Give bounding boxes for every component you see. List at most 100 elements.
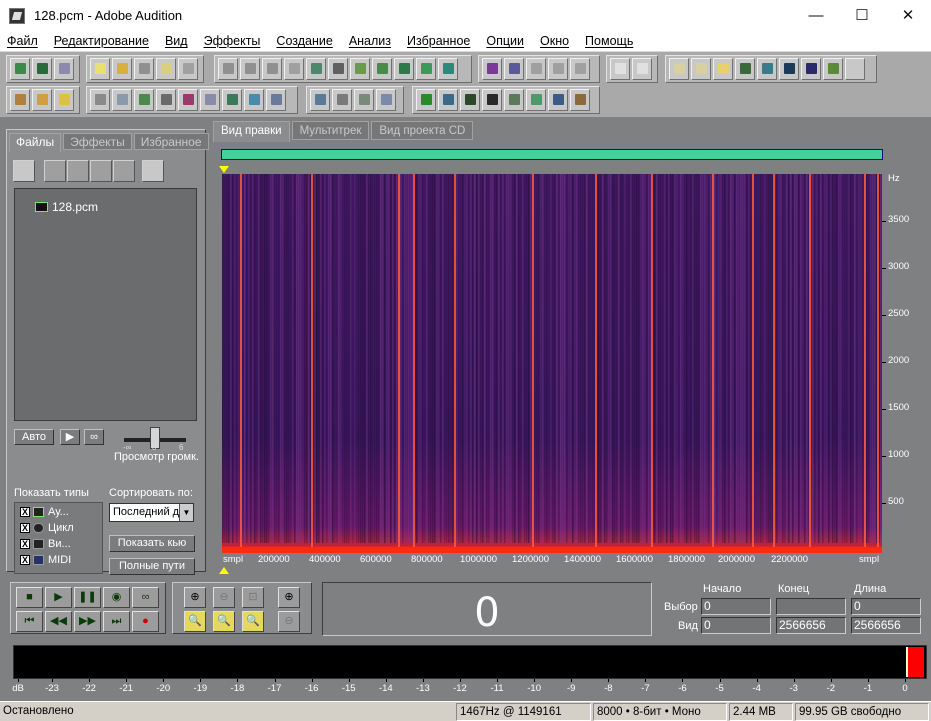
checkbox[interactable]: X: [20, 507, 30, 517]
cd-view-icon[interactable]: [54, 58, 74, 80]
redo-icon[interactable]: [240, 58, 260, 80]
play-button[interactable]: ▶: [45, 587, 72, 608]
peak-indicator[interactable]: [906, 647, 924, 677]
type-video[interactable]: X Ви...: [20, 538, 71, 550]
menu-analyze[interactable]: Анализ: [349, 31, 399, 51]
import-file-icon[interactable]: [13, 160, 35, 182]
maximize-button[interactable]: ☐: [839, 0, 885, 31]
effect-batch-icon[interactable]: [526, 89, 546, 111]
info-window-icon[interactable]: [691, 58, 711, 80]
effect-transform-icon[interactable]: [32, 89, 52, 111]
organizer-window-icon[interactable]: [669, 58, 689, 80]
time-axis[interactable]: smpl 200000 400000 600000 800000 1000000…: [222, 553, 882, 567]
go-to-end-button[interactable]: ⏭: [103, 611, 130, 632]
selection-end-field[interactable]: [776, 598, 846, 615]
show-options-icon[interactable]: [142, 160, 164, 182]
effect-fade-icon[interactable]: [332, 89, 352, 111]
effect-stretch-icon[interactable]: [310, 89, 330, 111]
type-midi[interactable]: X MIDI: [20, 554, 71, 566]
play-preview-button[interactable]: ▶: [60, 429, 80, 445]
menu-edit[interactable]: Редактирование: [54, 31, 157, 51]
menu-window[interactable]: Окно: [540, 31, 577, 51]
playhead-bottom-marker[interactable]: [219, 567, 229, 574]
copy-new-icon[interactable]: [306, 58, 326, 80]
paste-new-icon[interactable]: [372, 58, 392, 80]
effect-delay-icon[interactable]: [156, 89, 176, 111]
effect-filter-icon[interactable]: [90, 89, 110, 111]
rewind-button[interactable]: ◀◀: [45, 611, 72, 632]
zoom-full-icon[interactable]: ⊡: [242, 587, 264, 608]
transport-window-icon[interactable]: [735, 58, 755, 80]
copy-icon[interactable]: [284, 58, 304, 80]
effect-dynamics-icon[interactable]: [222, 89, 242, 111]
effect-amplify-icon[interactable]: [10, 89, 30, 111]
tab-effects[interactable]: Эффекты: [63, 133, 132, 150]
loop-button[interactable]: ∞: [132, 587, 159, 608]
help-icon[interactable]: [54, 89, 74, 111]
tab-edit-view[interactable]: Вид правки: [213, 121, 290, 142]
zoom-left-edge-icon[interactable]: 🔍: [213, 611, 235, 632]
play-to-end-button[interactable]: ◉: [103, 587, 130, 608]
menu-options[interactable]: Опции: [486, 31, 532, 51]
effect-pitch-icon[interactable]: [244, 89, 264, 111]
zoom-out-vertical-icon[interactable]: ⊖: [278, 611, 300, 632]
list-item[interactable]: 128.pcm: [35, 200, 98, 214]
menu-help[interactable]: Помощь: [585, 31, 641, 51]
snap-icon[interactable]: [438, 58, 458, 80]
zoom-out-horizontal-icon[interactable]: ⊖: [213, 587, 235, 608]
repeat-icon[interactable]: [262, 58, 282, 80]
menu-effects[interactable]: Эффекты: [204, 31, 269, 51]
display-option-2-icon[interactable]: [548, 58, 568, 80]
checkbox[interactable]: X: [20, 555, 30, 565]
menu-favorites[interactable]: Избранное: [407, 31, 478, 51]
cue-list-icon[interactable]: [713, 58, 733, 80]
tab-cd-project[interactable]: Вид проекта CD: [371, 121, 474, 140]
type-loop[interactable]: X Цикл: [20, 522, 74, 534]
view-start-field[interactable]: 0: [701, 617, 771, 634]
effect-noise-icon[interactable]: [134, 89, 154, 111]
effect-favorites-icon[interactable]: [570, 89, 590, 111]
effect-scientific-icon[interactable]: [376, 89, 396, 111]
view-end-field[interactable]: 2566656: [776, 617, 846, 634]
tab-favorites[interactable]: Избранное: [133, 133, 209, 150]
effect-script-icon[interactable]: [548, 89, 568, 111]
save-icon[interactable]: [134, 58, 154, 80]
marquee-tool-icon[interactable]: [632, 58, 652, 80]
zoom-right-edge-icon[interactable]: 🔍: [242, 611, 264, 632]
time-selection-tool-icon[interactable]: [610, 58, 630, 80]
edit-view-icon[interactable]: [10, 58, 30, 80]
loop-preview-button[interactable]: ∞: [84, 429, 104, 445]
display-option-3-icon[interactable]: [570, 58, 590, 80]
type-audio[interactable]: X Ау...: [20, 506, 69, 518]
file-list[interactable]: 128.pcm: [14, 188, 197, 421]
menu-view[interactable]: Вид: [165, 31, 196, 51]
new-file-icon[interactable]: [90, 58, 110, 80]
go-to-start-button[interactable]: ⏮: [16, 611, 43, 632]
menu-file[interactable]: Файл: [7, 31, 46, 51]
multitrack-icon[interactable]: [32, 58, 52, 80]
effect-analyze-icon[interactable]: [460, 89, 480, 111]
effect-reverb-icon[interactable]: [112, 89, 132, 111]
level-meter-icon[interactable]: [823, 58, 843, 80]
open-folder-icon[interactable]: [112, 58, 132, 80]
effect-channel-icon[interactable]: [354, 89, 374, 111]
show-cue-button[interactable]: Показать кью: [109, 535, 195, 552]
minimize-button[interactable]: —: [793, 0, 839, 31]
chevron-down-icon[interactable]: ▼: [179, 504, 193, 521]
insert-multitrack-icon[interactable]: [90, 160, 112, 182]
undo-icon[interactable]: [218, 58, 238, 80]
tab-files[interactable]: Файлы: [9, 133, 62, 152]
time-window-icon[interactable]: [779, 58, 799, 80]
overview-bar[interactable]: [221, 149, 883, 160]
pause-button[interactable]: ❚❚: [74, 587, 101, 608]
effect-restore-icon[interactable]: [504, 89, 524, 111]
zoom-window-icon[interactable]: [757, 58, 777, 80]
paste-icon[interactable]: [350, 58, 370, 80]
waveform-view-icon[interactable]: [504, 58, 524, 80]
menu-generate[interactable]: Создание: [276, 31, 340, 51]
spectrogram[interactable]: [222, 174, 882, 553]
spectral-view-icon[interactable]: [482, 58, 502, 80]
status-bar-icon[interactable]: [845, 58, 865, 80]
full-paths-button[interactable]: Полные пути: [109, 558, 195, 575]
selection-window-icon[interactable]: [801, 58, 821, 80]
